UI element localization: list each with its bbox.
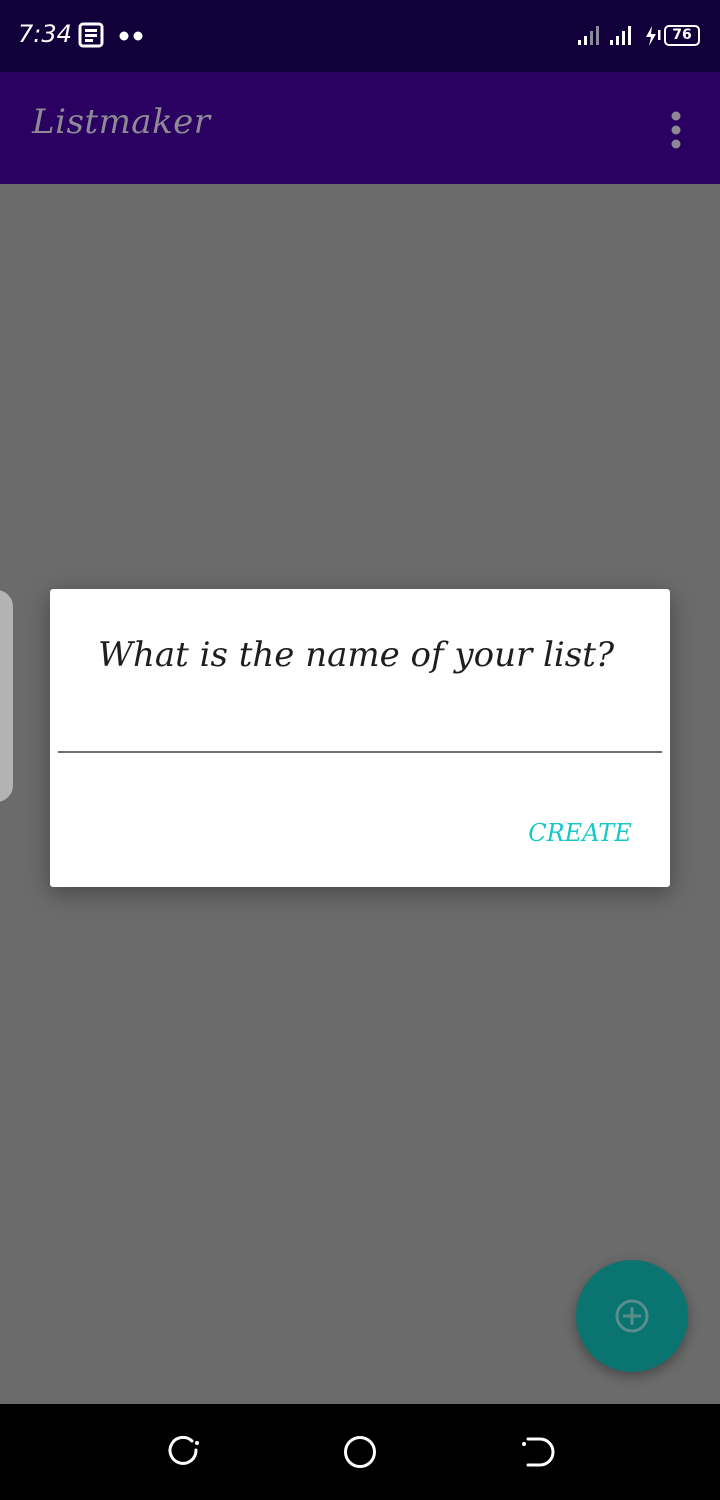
battery-level: 76	[672, 27, 692, 43]
home-icon[interactable]	[340, 1432, 380, 1472]
signal-icon	[610, 26, 631, 45]
create-button[interactable]: CREATE	[520, 811, 640, 855]
navigation-bar	[0, 1404, 720, 1500]
add-circle-icon	[615, 1299, 649, 1333]
battery-icon: 76	[664, 25, 700, 46]
notification-dots-icon	[119, 31, 143, 41]
add-list-fab[interactable]	[576, 1260, 688, 1372]
recents-icon[interactable]	[516, 1432, 556, 1472]
app-title: Listmaker	[32, 102, 211, 142]
create-list-dialog: What is the name of your list? CREATE	[50, 589, 670, 887]
status-bar: 7:34 76	[0, 0, 720, 72]
signal-icon	[578, 26, 599, 45]
more-vert-icon[interactable]	[664, 110, 688, 150]
news-icon	[78, 22, 104, 48]
app-bar: Listmaker	[0, 72, 720, 184]
list-name-input[interactable]	[58, 707, 662, 753]
dialog-title: What is the name of your list?	[98, 635, 615, 675]
back-icon[interactable]	[164, 1432, 204, 1472]
side-card	[0, 590, 13, 802]
charging-icon	[646, 26, 661, 46]
status-time: 7:34	[18, 20, 72, 48]
